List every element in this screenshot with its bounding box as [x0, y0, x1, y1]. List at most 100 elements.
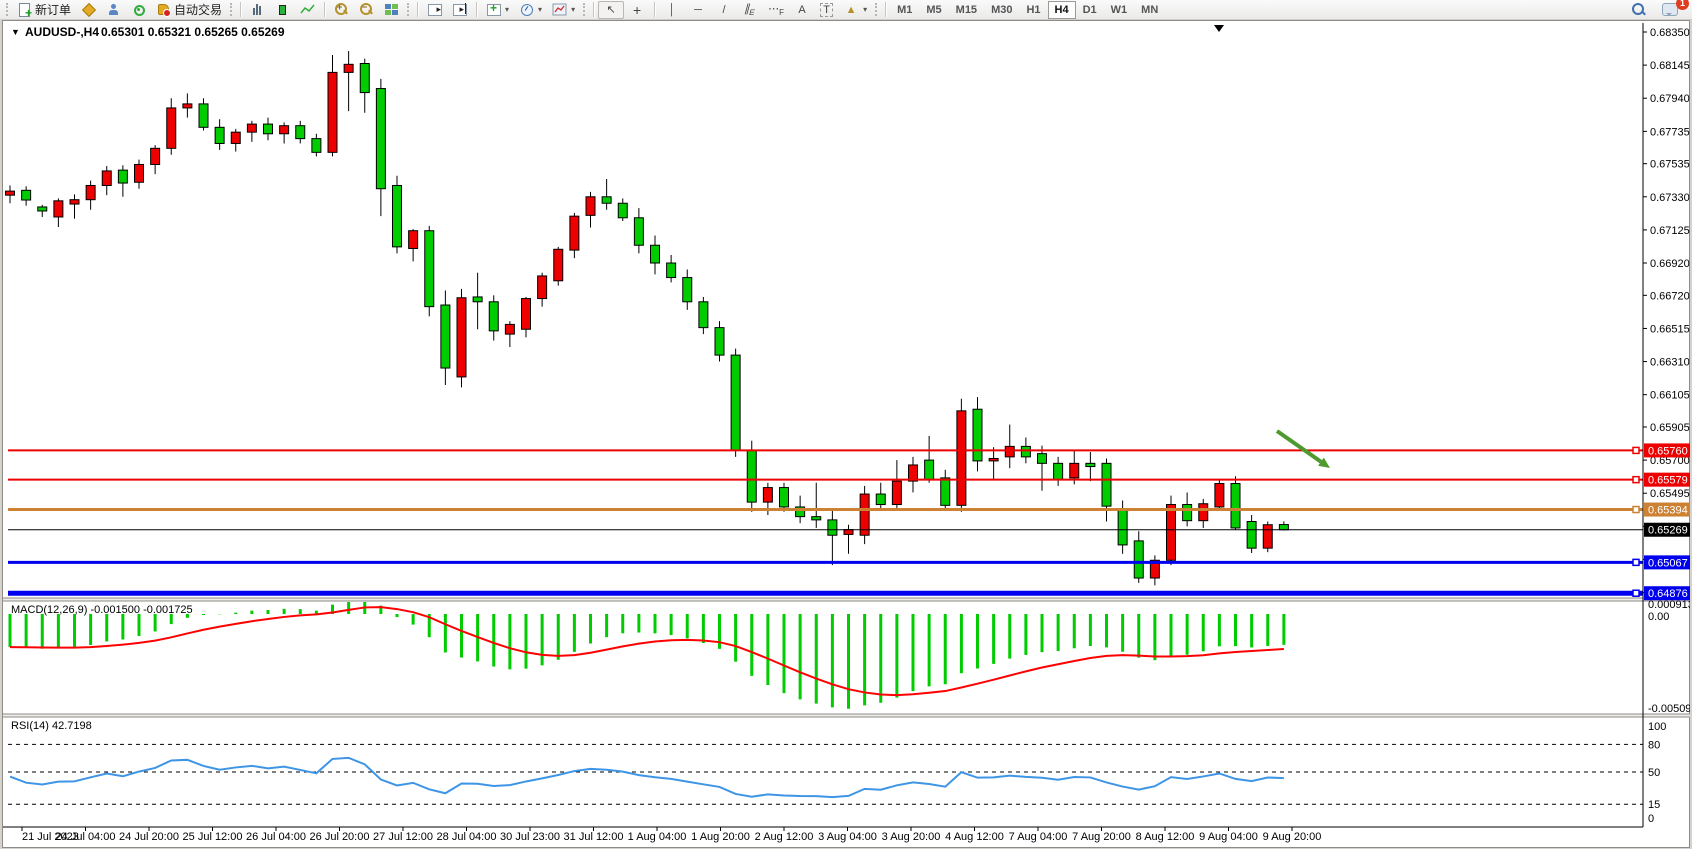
text-label-tool-button[interactable]: T [815, 1, 838, 19]
level-line-0.65067[interactable] [8, 559, 1643, 565]
cursor-tool-button[interactable]: ↖ [598, 1, 624, 19]
crosshair-tool-button[interactable]: + [624, 1, 650, 19]
timeframe-bar: M1M5M15M30H1H4D1W1MN [890, 1, 1165, 19]
channel-tool-button[interactable]: ∥E [737, 1, 763, 19]
svg-text:1 Aug 04:00: 1 Aug 04:00 [628, 831, 687, 843]
svg-text:9 Aug 20:00: 9 Aug 20:00 [1263, 831, 1322, 843]
data-window-button[interactable] [101, 1, 126, 19]
separator [885, 2, 886, 17]
autotrading-icon [156, 2, 171, 17]
svg-text:0.66105: 0.66105 [1650, 390, 1690, 402]
tile-windows-button[interactable] [379, 1, 404, 19]
timeframe-button-h4[interactable]: H4 [1048, 1, 1076, 19]
templates-icon [552, 2, 567, 17]
chevron-down-icon: ▾ [505, 5, 509, 14]
candlestick-button[interactable] [270, 1, 295, 19]
toolbar-grip [407, 3, 410, 16]
new-order-label: 新订单 [35, 1, 71, 18]
timeframe-button-m1[interactable]: M1 [890, 1, 919, 19]
svg-text:0.66515: 0.66515 [1650, 323, 1690, 335]
macd-axis-zero: 0.00 [1648, 611, 1669, 623]
svg-text:0.68145: 0.68145 [1650, 60, 1690, 72]
macd-label: MACD(12,26,9) -0.001500 -0.001725 [11, 604, 193, 616]
timeframe-button-m30[interactable]: M30 [984, 1, 1019, 19]
price-badge-0.65269: 0.65269 [1644, 523, 1690, 537]
fibonacci-tool-button[interactable]: ⋯F [763, 1, 789, 19]
svg-text:8 Aug 12:00: 8 Aug 12:00 [1136, 831, 1195, 843]
profiles-button[interactable] [76, 1, 101, 19]
signals-button[interactable] [126, 1, 151, 19]
zoom-in-button[interactable]: + [329, 1, 354, 19]
svg-text:0.65269: 0.65269 [1648, 525, 1688, 537]
svg-text:9 Aug 04:00: 9 Aug 04:00 [1199, 831, 1258, 843]
trendline-tool-button[interactable]: / [711, 1, 737, 19]
toolbar-grip [6, 3, 9, 16]
timeframe-button-d1[interactable]: D1 [1076, 1, 1104, 19]
svg-text:0.64876: 0.64876 [1648, 588, 1688, 600]
timeframe-button-m15[interactable]: M15 [949, 1, 984, 19]
symbol-menu-icon[interactable]: ▼ [11, 27, 20, 37]
level-line-0.65760[interactable] [8, 447, 1643, 453]
text-label-icon: T [820, 3, 833, 17]
separator [654, 2, 655, 17]
horizontal-line-tool-button[interactable]: ─ [685, 1, 711, 19]
svg-text:0.67940: 0.67940 [1650, 93, 1690, 105]
timeframe-button-mn[interactable]: MN [1134, 1, 1165, 19]
chart-shift-marker-icon[interactable] [1214, 25, 1224, 32]
separator [417, 2, 418, 17]
svg-text:0.65760: 0.65760 [1648, 445, 1688, 457]
chart-shift-icon: ▸ [452, 2, 467, 17]
separator [593, 2, 594, 17]
vertical-line-tool-button[interactable]: │ [659, 1, 685, 19]
chevron-down-icon: ▾ [571, 5, 575, 14]
svg-text:28 Jul 04:00: 28 Jul 04:00 [437, 831, 497, 843]
timeframe-button-m5[interactable]: M5 [919, 1, 948, 19]
level-lines-layer[interactable] [8, 447, 1643, 596]
pane-separator-1[interactable] [3, 598, 1690, 601]
time-axis-layer: 21 Jul 202324 Jul 04:0024 Jul 20:0025 Ju… [22, 827, 1321, 843]
new-order-icon [17, 2, 32, 17]
level-line-0.65394[interactable] [8, 507, 1643, 513]
new-order-button[interactable]: 新订单 [12, 1, 76, 19]
chart-title-symbol: AUDUSD-,H4 [25, 25, 99, 39]
toolbar-grip [583, 3, 586, 16]
price-badge-0.65394: 0.65394 [1644, 503, 1690, 517]
pane-separator-2[interactable] [3, 714, 1690, 717]
macd-layer [10, 602, 1284, 709]
candlestick-icon [275, 2, 290, 17]
indicators-button[interactable]: + ▾ [481, 1, 514, 19]
data-window-icon [106, 2, 121, 17]
line-chart-button[interactable] [295, 1, 320, 19]
svg-text:0.66720: 0.66720 [1650, 290, 1690, 302]
rsi-label: RSI(14) 42.7198 [11, 720, 92, 732]
search-button[interactable] [1626, 1, 1651, 19]
level-line-0.65579[interactable] [8, 477, 1643, 483]
arrows-tool-button[interactable]: ▲ ▾ [838, 1, 872, 19]
chat-button[interactable]: 1 [1657, 1, 1683, 19]
search-icon [1631, 2, 1646, 17]
svg-text:7 Aug 20:00: 7 Aug 20:00 [1072, 831, 1131, 843]
level-line-0.64876[interactable] [8, 590, 1643, 596]
timeframe-button-w1[interactable]: W1 [1104, 1, 1135, 19]
svg-text:0.65394: 0.65394 [1648, 505, 1688, 517]
mt4-window: 新订单 自动交易 + [0, 0, 1692, 849]
chevron-down-icon: ▾ [863, 5, 867, 14]
bar-chart-button[interactable] [245, 1, 270, 19]
svg-text:30 Jul 23:00: 30 Jul 23:00 [500, 831, 560, 843]
svg-text:31 Jul 12:00: 31 Jul 12:00 [564, 831, 624, 843]
auto-scroll-button[interactable]: ▸ [422, 1, 447, 19]
text-tool-button[interactable]: A [789, 1, 815, 19]
timeframe-button-h1[interactable]: H1 [1019, 1, 1047, 19]
svg-text:24 Jul 04:00: 24 Jul 04:00 [56, 831, 116, 843]
chart-svg[interactable]: 21 Jul 202324 Jul 04:0024 Jul 20:0025 Ju… [3, 21, 1690, 847]
periods-button[interactable]: ▾ [514, 1, 547, 19]
chart-shift-button[interactable]: ▸ [447, 1, 472, 19]
svg-text:50: 50 [1648, 767, 1660, 779]
autotrading-button[interactable]: 自动交易 [151, 1, 227, 19]
svg-text:0: 0 [1648, 813, 1654, 825]
svg-text:0.65905: 0.65905 [1650, 422, 1690, 434]
signals-icon [131, 2, 146, 17]
zoom-out-button[interactable]: − [354, 1, 379, 19]
templates-button[interactable]: ▾ [547, 1, 580, 19]
macd-axis-max: 0.000913 [1648, 599, 1690, 611]
